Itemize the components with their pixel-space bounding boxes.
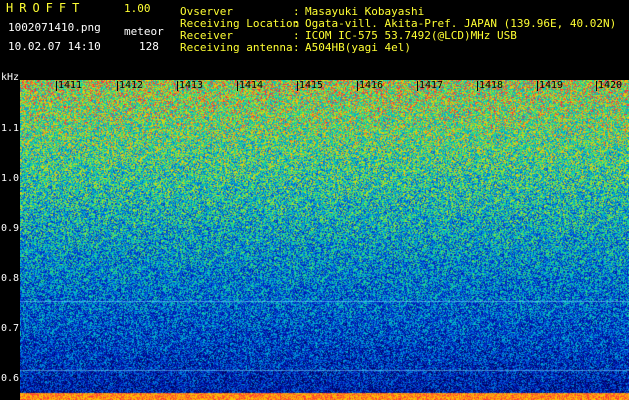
x-tick-label: 1416 (357, 80, 384, 91)
x-tick-label: 1412 (117, 80, 144, 91)
y-tick-label: 0.7 (1, 323, 20, 334)
y-tick-label: 1.1 (1, 123, 20, 134)
x-tick-label: 1419 (537, 80, 564, 91)
x-tick-label: 1415 (297, 80, 324, 91)
x-tick-label: 1413 (177, 80, 204, 91)
y-tick-label: 1.0 (1, 173, 20, 184)
antenna-value: A504HB(yagi 4el) (305, 41, 411, 54)
y-tick-label: 0.8 (1, 273, 20, 284)
location-value: Ogata-vill. Akita-Pref. JAPAN (139.96E, … (305, 17, 617, 30)
receiver-label: Receiver (180, 29, 233, 42)
y-tick-label: 0.6 (1, 373, 20, 384)
count-value: 128 (139, 40, 159, 53)
receiver-value: ICOM IC-575 53.7492(@LCD)MHz USB (305, 29, 517, 42)
observer-label: Ovserver (180, 5, 233, 18)
location-separator: : (293, 17, 300, 30)
y-tick-label: 0.9 (1, 223, 20, 234)
location-label: Receiving Location (180, 17, 300, 30)
file-name: 1002071410.png (8, 21, 101, 34)
datetime: 10.02.07 14:10 (8, 40, 101, 53)
x-tick-label: 1414 (237, 80, 264, 91)
x-tick-label: 1418 (477, 80, 504, 91)
observer-separator: : (293, 5, 300, 18)
x-tick-label: 1420 (596, 80, 623, 91)
spectrogram-canvas (20, 80, 629, 400)
spectrogram-panel: kHz 1.1 1.0 0.9 0.8 0.7 0.6 1411 1412 14… (0, 73, 629, 400)
app-title: HROFFT (6, 1, 86, 15)
frequency-axis: kHz 1.1 1.0 0.9 0.8 0.7 0.6 (0, 73, 20, 400)
x-tick-label: 1417 (417, 80, 444, 91)
app-version: 1.00 (124, 2, 151, 15)
x-tick-label: 1411 (56, 80, 83, 91)
frequency-unit-label: kHz (1, 72, 20, 83)
antenna-label: Receiving antenna (180, 41, 293, 54)
antenna-separator: : (293, 41, 300, 54)
mode-label: meteor (124, 25, 164, 38)
observer-value: Masayuki Kobayashi (305, 5, 425, 18)
receiver-separator: : (293, 29, 300, 42)
